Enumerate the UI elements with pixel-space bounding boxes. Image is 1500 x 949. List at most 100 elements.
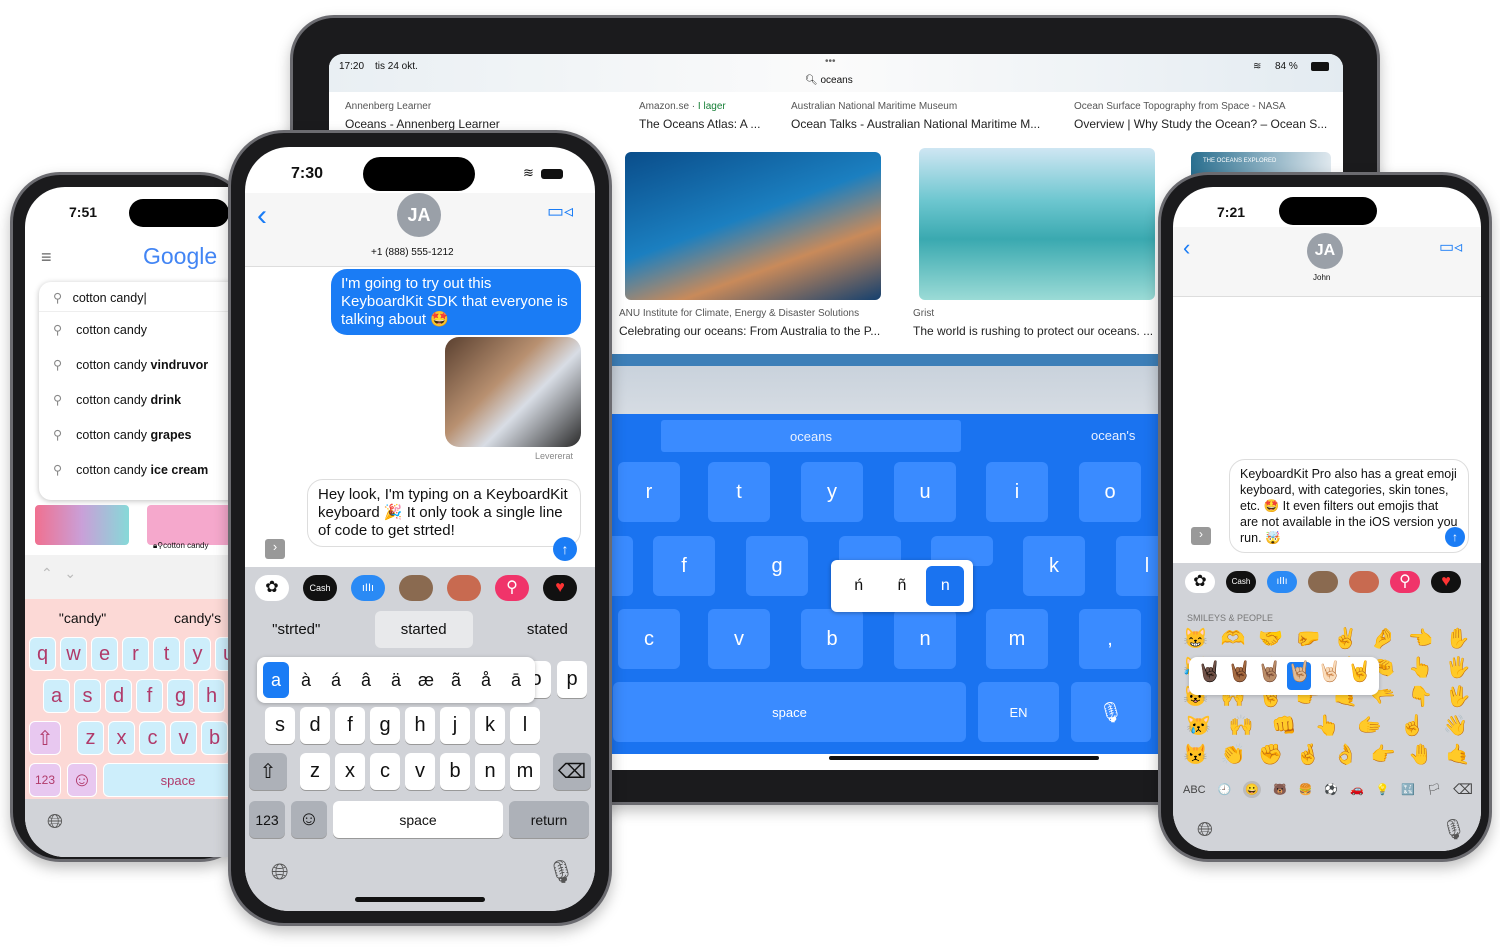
- autocomplete-suggestion[interactable]: candy's: [174, 610, 221, 626]
- key-m[interactable]: m: [986, 609, 1048, 669]
- key-y[interactable]: y: [184, 637, 211, 671]
- emoji-category-icon[interactable]: 🏳: [1427, 783, 1441, 796]
- suggestion-oceans-apostrophe[interactable]: ocean's: [1091, 428, 1135, 443]
- emoji-key[interactable]: 🤝: [1258, 629, 1283, 658]
- image-result-anu[interactable]: ANU Institute for Climate, Energy & Disa…: [619, 308, 880, 338]
- memoji-app-icon[interactable]: [399, 575, 433, 601]
- key-a[interactable]: a: [43, 679, 70, 713]
- emoji-key[interactable]: 🖖: [1446, 687, 1471, 716]
- key-l[interactable]: l: [510, 707, 540, 744]
- key-w[interactable]: w: [60, 637, 87, 671]
- photos-app-icon[interactable]: ✿: [255, 575, 289, 601]
- emoji-key[interactable]: 🖐: [1446, 658, 1471, 687]
- emoji-category-icon[interactable]: 🕘: [1218, 783, 1232, 796]
- autocomplete-suggestion[interactable]: ⚲ cotton candy grapes: [39, 417, 255, 452]
- emoji-key[interactable]: 🤚: [1408, 745, 1433, 774]
- autocomplete-suggestion[interactable]: "candy": [59, 610, 106, 626]
- key-s[interactable]: s: [265, 707, 295, 744]
- key-c[interactable]: c: [618, 609, 680, 669]
- stickers-app-icon[interactable]: [1349, 571, 1379, 593]
- emoji-key[interactable]: ☝: [1400, 716, 1425, 745]
- emoji-key[interactable]: 👈: [1408, 629, 1433, 658]
- accent-option-ń[interactable]: ń: [840, 566, 878, 606]
- numbers-key[interactable]: 123: [249, 801, 285, 838]
- result-maritime[interactable]: Australian National Maritime Museum Ocean…: [791, 101, 1040, 131]
- key-b[interactable]: b: [801, 609, 863, 669]
- globe-icon[interactable]: 🌐︎: [47, 811, 63, 834]
- key-q[interactable]: q: [29, 637, 56, 671]
- avatar[interactable]: JA: [1307, 233, 1343, 269]
- key-d[interactable]: d: [105, 679, 132, 713]
- emoji-key[interactable]: 🤞: [1296, 745, 1321, 774]
- accent-option-n[interactable]: n: [926, 566, 965, 606]
- key-b[interactable]: b: [440, 753, 470, 790]
- microphone-icon[interactable]: 🎙︎: [547, 859, 575, 885]
- emoji-key[interactable]: 👋: [1443, 716, 1468, 745]
- key-f[interactable]: f: [335, 707, 365, 744]
- emoji-key[interactable]: 👇: [1408, 687, 1433, 716]
- autocomplete-suggestion[interactable]: ⚲ cotton candy vindruvor: [39, 347, 255, 382]
- suggestion-oceans[interactable]: oceans: [661, 420, 961, 452]
- video-call-icon[interactable]: ▭◃: [547, 201, 573, 222]
- skin-tone-option[interactable]: 🤘🏼: [1287, 662, 1312, 690]
- video-call-icon[interactable]: ▭◃: [1439, 237, 1462, 257]
- return-key[interactable]: return: [509, 801, 589, 838]
- numbers-key[interactable]: 123: [29, 763, 61, 797]
- accent-option-ñ[interactable]: ñ: [883, 566, 921, 606]
- avatar[interactable]: JA: [397, 193, 441, 237]
- key-h[interactable]: h: [405, 707, 435, 744]
- emoji-key[interactable]: 👉: [1371, 745, 1396, 774]
- key-y[interactable]: y: [801, 462, 863, 522]
- globe-icon[interactable]: 🌐︎: [1197, 819, 1213, 842]
- accent-option-ã[interactable]: ã: [443, 662, 469, 698]
- skin-tone-option[interactable]: 🤘🏽: [1257, 662, 1282, 690]
- key-v[interactable]: v: [708, 609, 770, 669]
- accent-option-â[interactable]: â: [353, 662, 379, 698]
- emoji-key[interactable]: 🙌: [1229, 716, 1254, 745]
- accent-option-å[interactable]: å: [473, 662, 499, 698]
- accent-option-á[interactable]: á: [323, 662, 349, 698]
- memoji-app-icon[interactable]: [1308, 571, 1338, 593]
- emoji-category-icon[interactable]: 🔣: [1401, 783, 1415, 796]
- key-r[interactable]: r: [122, 637, 149, 671]
- coral-reef-image[interactable]: [625, 152, 881, 300]
- emoji-key[interactable]: 😾: [1183, 745, 1208, 774]
- back-icon[interactable]: ‹: [257, 199, 267, 233]
- search-input[interactable]: ⚲ cotton candy|: [39, 282, 255, 312]
- ocean-island-image[interactable]: [919, 148, 1155, 300]
- emoji-key[interactable]: ✊: [1258, 745, 1283, 774]
- key-h[interactable]: h: [198, 679, 225, 713]
- menu-icon[interactable]: ≡: [41, 247, 52, 268]
- key-p[interactable]: p: [557, 661, 587, 698]
- key-s[interactable]: s: [74, 679, 101, 713]
- key-j[interactable]: j: [440, 707, 470, 744]
- cash-app-icon[interactable]: Cash: [1226, 571, 1256, 593]
- emoji-category-icon[interactable]: 🐻: [1273, 783, 1287, 796]
- key-c[interactable]: c: [139, 721, 166, 755]
- accent-option-ā[interactable]: ā: [503, 662, 529, 698]
- emoji-category-icon[interactable]: 💡: [1376, 783, 1390, 796]
- emoji-key[interactable]: 😿: [1186, 716, 1211, 745]
- key-t[interactable]: t: [153, 637, 180, 671]
- key-z[interactable]: z: [77, 721, 104, 755]
- skin-tone-option[interactable]: 🤘🏿: [1197, 662, 1222, 690]
- key-c[interactable]: c: [370, 753, 400, 790]
- search-app-icon[interactable]: ⚲: [495, 575, 529, 601]
- skin-tone-option[interactable]: 🤘: [1347, 662, 1372, 690]
- autocomplete-suggestion[interactable]: ⚲ cotton candy drink: [39, 382, 255, 417]
- key-v[interactable]: v: [170, 721, 197, 755]
- search-app-icon[interactable]: ⚲: [1390, 571, 1420, 593]
- key-g[interactable]: g: [370, 707, 400, 744]
- emoji-key[interactable]: 🫱: [1357, 716, 1382, 745]
- emoji-key[interactable]: 😸: [1183, 629, 1208, 658]
- emoji-key[interactable]: 🤌: [1371, 629, 1396, 658]
- emoji-key[interactable]: 🤛: [1296, 629, 1321, 658]
- emoji-key[interactable]: 🫶: [1221, 629, 1246, 658]
- fitness-app-icon[interactable]: ♥: [1431, 571, 1461, 593]
- abc-key[interactable]: ABC: [1183, 784, 1206, 796]
- delete-key[interactable]: ⌫: [1453, 781, 1473, 798]
- url-bar[interactable]: 🔒︎⚲cotton candy: [153, 541, 209, 551]
- key-n[interactable]: n: [894, 609, 956, 669]
- key-x[interactable]: x: [108, 721, 135, 755]
- key-o[interactable]: o: [1079, 462, 1141, 522]
